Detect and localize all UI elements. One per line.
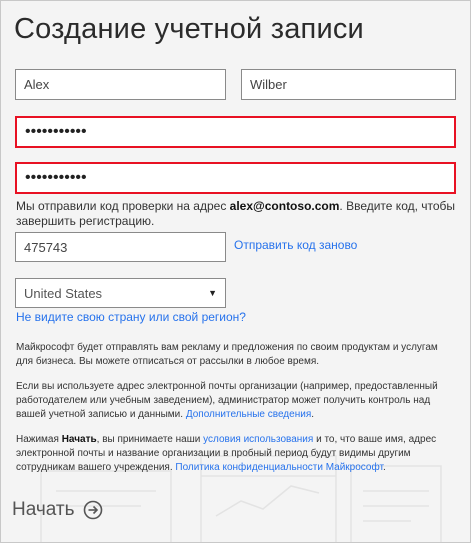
terms-start-word: Начать xyxy=(61,434,97,445)
org-email-notice: Если вы используете адрес электронной по… xyxy=(16,380,456,422)
verification-code-value: 475743 xyxy=(24,239,68,255)
terms-notice: Нажимая Начать, вы принимаете наши услов… xyxy=(16,433,456,475)
verification-code-field[interactable]: 475743 xyxy=(15,232,226,262)
page-title: Создание учетной записи xyxy=(14,13,364,45)
verification-email: alex@contoso.com xyxy=(229,199,340,213)
terms-of-use-link[interactable]: условия использования xyxy=(203,434,313,445)
resend-code-link[interactable]: Отправить код заново xyxy=(234,238,357,252)
first-name-field[interactable]: Alex xyxy=(15,69,226,100)
country-select-value: United States xyxy=(24,285,103,301)
password-field[interactable]: ••••••••••• xyxy=(15,116,456,148)
first-name-value: Alex xyxy=(24,77,50,92)
confirm-password-field[interactable]: ••••••••••• xyxy=(15,162,456,194)
terms-prefix: Нажимая xyxy=(16,434,62,445)
terms-period: . xyxy=(382,462,386,473)
privacy-policy-link[interactable]: Политика конфиденциальности Майкрософт xyxy=(175,462,383,473)
password-value: ••••••••••• xyxy=(25,123,87,140)
start-button-label: Начать xyxy=(12,499,75,520)
marketing-notice: Майкрософт будет отправлять вам рекламу … xyxy=(16,342,438,367)
last-name-field[interactable]: Wilber xyxy=(241,69,456,100)
confirm-password-value: ••••••••••• xyxy=(25,169,87,186)
org-email-period: . xyxy=(311,409,315,420)
country-not-listed-link[interactable]: Не видите свою страну или свой регион? xyxy=(16,310,246,324)
terms-mid1: , вы принимаете наши xyxy=(96,434,204,445)
country-select[interactable]: United States ▼ xyxy=(15,278,226,308)
signup-window: Создание учетной записи Alex Wilber ••••… xyxy=(0,0,471,543)
arrow-circle-right-icon xyxy=(83,500,102,520)
verification-note: Мы отправили код проверки на адрес alex@… xyxy=(16,199,461,229)
verification-note-prefix: Мы отправили код проверки на адрес xyxy=(16,199,230,213)
dropdown-caret-icon: ▼ xyxy=(208,288,217,298)
start-button[interactable]: Начать xyxy=(12,499,103,521)
more-info-link[interactable]: Дополнительные сведения xyxy=(186,409,311,420)
last-name-value: Wilber xyxy=(250,77,287,92)
